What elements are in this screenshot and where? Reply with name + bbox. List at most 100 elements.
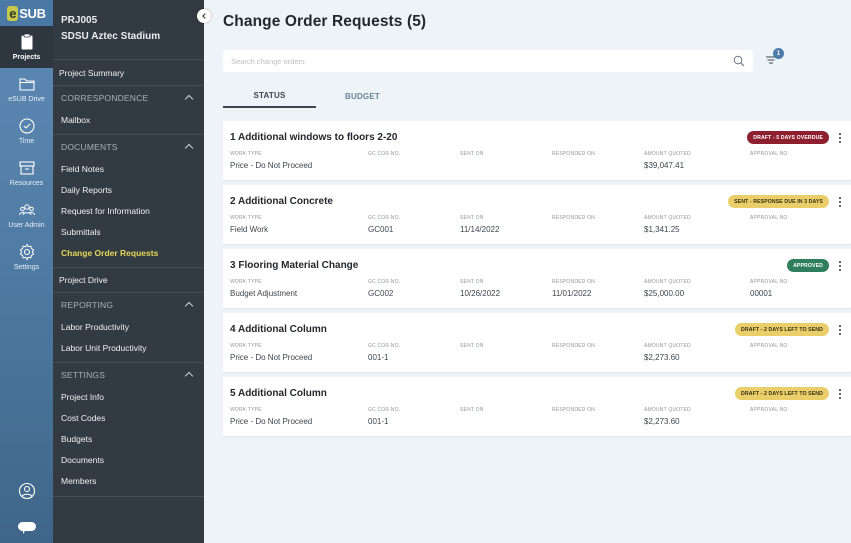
nav-documents[interactable]: Documents: [53, 449, 204, 470]
nav-field-notes[interactable]: Field Notes: [53, 158, 204, 179]
change-order-card[interactable]: 2 Additional Concrete SENT - RESPONSE DU…: [223, 185, 851, 244]
more-options-icon[interactable]: [837, 388, 843, 400]
field-responded-on: RESPONDED ON: [552, 215, 595, 235]
field-value: [460, 161, 484, 171]
change-order-title[interactable]: 3 Flooring Material Change: [230, 260, 358, 271]
nav-labor-productivity[interactable]: Labor Productivity: [53, 316, 204, 337]
field-value: [460, 417, 484, 427]
collapse-nav-button[interactable]: [197, 9, 211, 23]
users-icon: [18, 204, 35, 216]
nav-members[interactable]: Members: [53, 470, 204, 491]
profile-button[interactable]: [0, 482, 53, 500]
change-order-title[interactable]: 1 Additional windows to floors 2-20: [230, 132, 397, 143]
tab-status[interactable]: STATUS: [223, 84, 316, 108]
chat-icon: [17, 522, 36, 534]
project-name: SDSU Aztec Stadium: [61, 31, 161, 42]
nav-section-correspondence[interactable]: CORRESPONDENCE: [53, 85, 204, 109]
field-work-type: WORK TYPE Field Work: [230, 215, 268, 235]
page-title: Change Order Requests (5): [223, 13, 427, 30]
nav-labor-unit-productivity[interactable]: Labor Unit Productivity: [53, 337, 204, 358]
field-value: Budget Adjustment: [230, 289, 298, 298]
rail-item-user-admin[interactable]: User Admin: [0, 194, 53, 236]
field-label: SENT ON: [460, 279, 484, 285]
more-options-icon[interactable]: [837, 196, 843, 208]
search-input[interactable]: [231, 56, 733, 66]
nav-daily-reports[interactable]: Daily Reports: [53, 179, 204, 200]
change-order-title[interactable]: 4 Additional Column: [230, 324, 327, 335]
field-label: GC COR NO.: [368, 407, 401, 413]
field-label: WORK TYPE: [230, 215, 262, 221]
gear-icon: [19, 243, 34, 261]
field-amount-quoted: AMOUNT QUOTED $39,047.41: [644, 151, 691, 171]
field-work-type: WORK TYPE Price - Do Not Proceed: [230, 343, 312, 363]
field-label: GC COR NO.: [368, 151, 401, 157]
rail-item-time[interactable]: Time: [0, 110, 53, 152]
field-label: WORK TYPE: [230, 343, 262, 349]
change-order-card[interactable]: 5 Additional Column DRAFT - 2 DAYS LEFT …: [223, 377, 851, 436]
folder-icon: [18, 78, 35, 91]
field-approval-no: APPROVAL NO: [750, 215, 788, 235]
search-icon[interactable]: [733, 55, 745, 67]
change-order-list: 1 Additional windows to floors 2-20 DRAF…: [223, 121, 851, 441]
main-content: Change Order Requests (5) 1 STATUS BUDGE…: [204, 0, 851, 543]
field-label: APPROVAL NO: [750, 215, 788, 221]
change-order-card[interactable]: 1 Additional windows to floors 2-20 DRAF…: [223, 121, 851, 180]
field-label: APPROVAL NO: [750, 343, 788, 349]
change-order-card[interactable]: 4 Additional Column DRAFT - 2 DAYS LEFT …: [223, 313, 851, 372]
change-order-card[interactable]: 3 Flooring Material Change APPROVED WORK…: [223, 249, 851, 308]
more-options-icon[interactable]: [837, 260, 843, 272]
field-gc-cor-no: GC COR NO.: [368, 151, 400, 171]
change-order-title[interactable]: 2 Additional Concrete: [230, 196, 333, 207]
field-value: 00001: [750, 289, 773, 298]
nav-section-settings[interactable]: SETTINGS: [53, 362, 204, 386]
chevron-up-icon: [184, 94, 194, 104]
field-value: [552, 353, 595, 363]
project-nav: PRJ005 SDSU Aztec Stadium Project Summar…: [53, 0, 204, 543]
nav-budgets[interactable]: Budgets: [53, 428, 204, 449]
field-label: RESPONDED ON: [552, 343, 595, 349]
esub-logo[interactable]: e SUB: [0, 0, 53, 26]
field-sent-on: SENT ON 10/26/2022: [460, 279, 500, 299]
change-order-title[interactable]: 5 Additional Column: [230, 388, 327, 399]
field-approval-no: APPROVAL NO 00001: [750, 279, 788, 299]
search-bar: [223, 50, 753, 72]
clipboard-icon: [21, 33, 32, 50]
field-value: 11/01/2022: [552, 289, 592, 298]
rail-item-esub-drive[interactable]: eSUB Drive: [0, 68, 53, 110]
field-label: WORK TYPE: [230, 407, 262, 413]
field-value: 001-1: [368, 353, 389, 362]
rail-item-projects[interactable]: Projects: [0, 26, 53, 68]
tab-budget[interactable]: BUDGET: [316, 84, 409, 108]
chevron-up-icon: [184, 301, 194, 311]
chevron-up-icon: [184, 371, 194, 381]
status-badge: SENT - RESPONSE DUE IN 3 DAYS: [728, 195, 829, 208]
field-sent-on: SENT ON: [460, 407, 484, 427]
field-label: WORK TYPE: [230, 151, 262, 157]
view-tabs: STATUS BUDGET: [223, 84, 409, 108]
nav-request-for-information[interactable]: Request for Information: [53, 200, 204, 221]
rail-item-resources[interactable]: Resources: [0, 152, 53, 194]
field-gc-cor-no: GC COR NO. GC002: [368, 279, 400, 299]
field-responded-on: RESPONDED ON 11/01/2022: [552, 279, 595, 299]
nav-change-order-requests[interactable]: Change Order Requests: [53, 242, 204, 263]
field-label: APPROVAL NO: [750, 407, 788, 413]
nav-section-documents[interactable]: DOCUMENTS: [53, 134, 204, 158]
nav-submittals[interactable]: Submittals: [53, 221, 204, 242]
chevron-left-icon: [202, 13, 208, 19]
chat-button[interactable]: [0, 521, 53, 535]
nav-project-summary[interactable]: Project Summary: [53, 60, 204, 85]
nav-project-info[interactable]: Project Info: [53, 386, 204, 407]
field-label: WORK TYPE: [230, 279, 262, 285]
field-label: AMOUNT QUOTED: [644, 407, 691, 413]
nav-mailbox[interactable]: Mailbox: [53, 109, 204, 130]
status-badge: APPROVED: [787, 259, 829, 272]
nav-project-drive[interactable]: Project Drive: [53, 267, 204, 292]
nav-section-reporting[interactable]: REPORTING: [53, 292, 204, 316]
more-options-icon[interactable]: [837, 324, 843, 336]
more-options-icon[interactable]: [837, 132, 843, 144]
field-label: AMOUNT QUOTED: [644, 215, 691, 221]
nav-cost-codes[interactable]: Cost Codes: [53, 407, 204, 428]
rail-item-settings[interactable]: Settings: [0, 236, 53, 278]
field-approval-no: APPROVAL NO: [750, 151, 788, 171]
field-value: GC001: [368, 225, 394, 234]
